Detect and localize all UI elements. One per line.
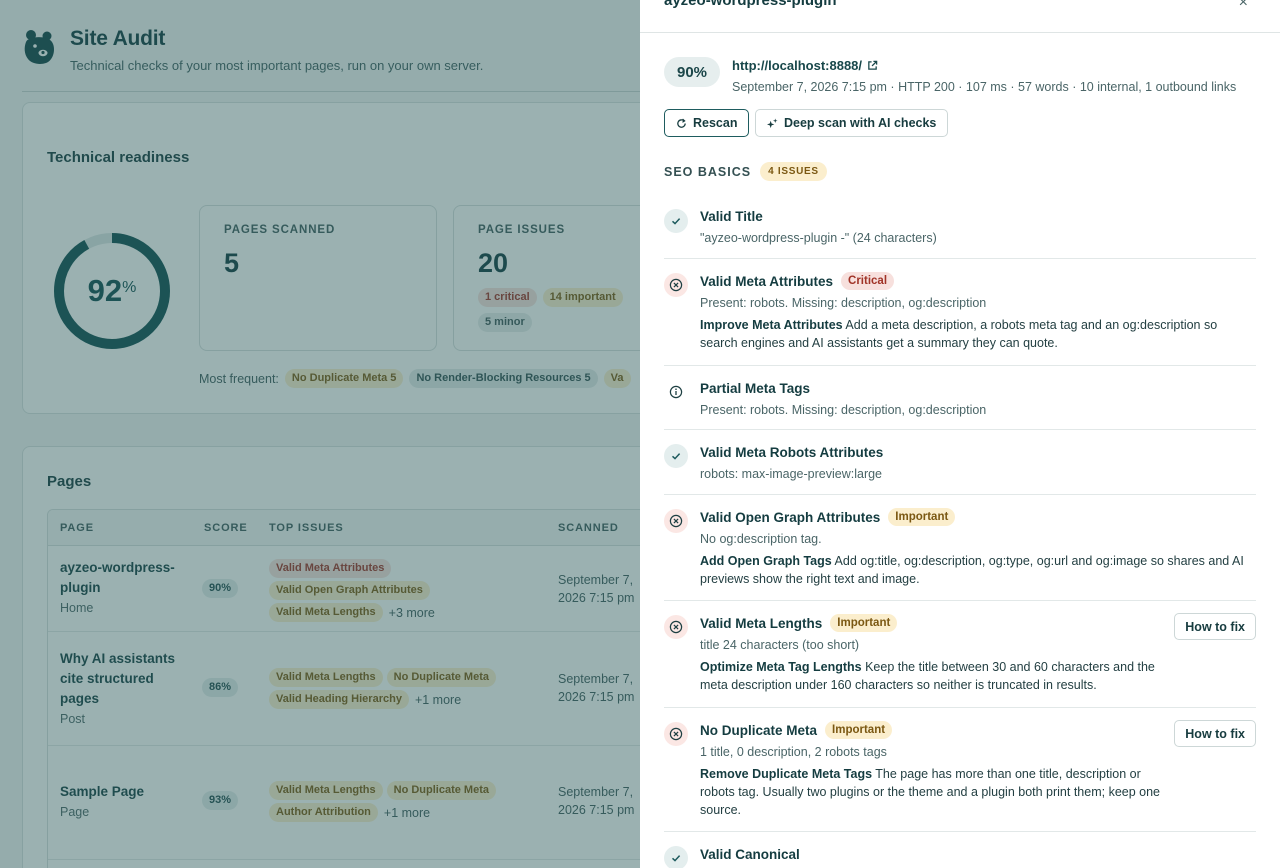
check-advice: Remove Duplicate Meta Tags The page has … — [700, 765, 1166, 819]
seo-basics-section-header: SEO BASICS 4 ISSUES — [664, 162, 827, 181]
check-detail: title 24 characters (too short) — [700, 638, 860, 652]
refresh-icon — [677, 118, 686, 128]
check-advice: Improve Meta Attributes Add a meta descr… — [700, 316, 1256, 352]
severity-badge-critical: Critical — [841, 272, 895, 290]
check-valid-title: Valid Title "ayzeo-wordpress-plugin -" (… — [664, 206, 1256, 259]
info-icon — [664, 380, 688, 404]
advice-title: Optimize Meta Tag Lengths — [700, 660, 862, 674]
fail-x-icon — [664, 273, 688, 297]
fail-x-icon — [664, 509, 688, 533]
how-to-fix-button[interactable]: How to fix — [1174, 613, 1256, 640]
check-detail: 1 title, 0 description, 2 robots tags — [700, 745, 887, 759]
check-advice: Add Open Graph Tags Add og:title, og:des… — [700, 552, 1256, 588]
deep-scan-label: Deep scan with AI checks — [784, 116, 937, 130]
check-name: Valid Meta Robots Attributes — [700, 444, 884, 460]
check-detail: Present: robots. Missing: description, o… — [700, 296, 987, 310]
advice-title: Improve Meta Attributes — [700, 318, 843, 332]
check-partial-meta-tags: Partial Meta Tags Present: robots. Missi… — [664, 366, 1256, 430]
check-detail: No og:description tag. — [700, 532, 822, 546]
external-link-icon — [868, 60, 878, 70]
severity-badge-important: Important — [888, 508, 956, 526]
check-name: Valid Title — [700, 208, 763, 224]
check-name: Valid Meta Attributes — [700, 273, 834, 289]
modal-backdrop[interactable] — [0, 0, 640, 868]
deep-scan-button[interactable]: Deep scan with AI checks — [755, 109, 949, 137]
fail-x-icon — [664, 615, 688, 639]
rescan-label: Rescan — [693, 116, 738, 130]
check-name: Partial Meta Tags — [700, 380, 811, 396]
section-title: SEO BASICS — [664, 164, 752, 179]
severity-badge-important: Important — [825, 721, 893, 739]
fail-x-icon — [664, 722, 688, 746]
pass-check-icon — [664, 444, 688, 468]
section-issue-count: 4 ISSUES — [760, 162, 827, 181]
check-valid-meta-lengths: Valid Meta Lengths Important title 24 cha… — [664, 601, 1256, 708]
close-icon[interactable]: × — [1239, 0, 1248, 12]
sparkle-icon — [767, 117, 778, 128]
advice-title: Add Open Graph Tags — [700, 554, 832, 568]
rescan-button[interactable]: Rescan — [664, 109, 750, 137]
page-url: http://localhost:8888/ — [732, 58, 863, 73]
advice-title: Remove Duplicate Meta Tags — [700, 767, 873, 781]
severity-badge-important: Important — [830, 614, 898, 632]
check-valid-meta-robots: Valid Meta Robots Attributes robots: max… — [664, 430, 1256, 495]
check-detail: Present: robots. Missing: description, o… — [700, 403, 987, 417]
pass-check-icon — [664, 846, 688, 868]
page-url-link[interactable]: http://localhost:8888/ — [732, 58, 878, 73]
check-valid-open-graph: Valid Open Graph Attributes Important No … — [664, 495, 1256, 601]
check-name: Valid Canonical — [700, 846, 800, 862]
check-valid-canonical: Valid Canonical — [664, 832, 1256, 868]
page-scan-meta: September 7, 2026 7:15 pm · HTTP 200 · 1… — [732, 80, 1237, 94]
page-detail-drawer: ayzeo-wordpress-plugin × 90% http://loca… — [640, 0, 1280, 868]
how-to-fix-button[interactable]: How to fix — [1174, 720, 1256, 747]
page-score-badge: 90% — [664, 57, 720, 87]
check-name: No Duplicate Meta — [700, 722, 818, 738]
check-advice: Optimize Meta Tag Lengths Keep the title… — [700, 658, 1166, 694]
check-name: Valid Open Graph Attributes — [700, 509, 881, 525]
check-valid-meta-attributes: Valid Meta Attributes Critical Present: r… — [664, 259, 1256, 366]
check-detail: robots: max-image-preview:large — [700, 467, 883, 481]
pass-check-icon — [664, 209, 688, 233]
drawer-header: ayzeo-wordpress-plugin × — [640, 0, 1280, 33]
check-no-duplicate-meta: No Duplicate Meta Important 1 title, 0 de… — [664, 708, 1256, 832]
check-detail: "ayzeo-wordpress-plugin -" (24 character… — [700, 231, 937, 245]
check-name: Valid Meta Lengths — [700, 615, 823, 631]
drawer-title: ayzeo-wordpress-plugin — [664, 0, 837, 9]
